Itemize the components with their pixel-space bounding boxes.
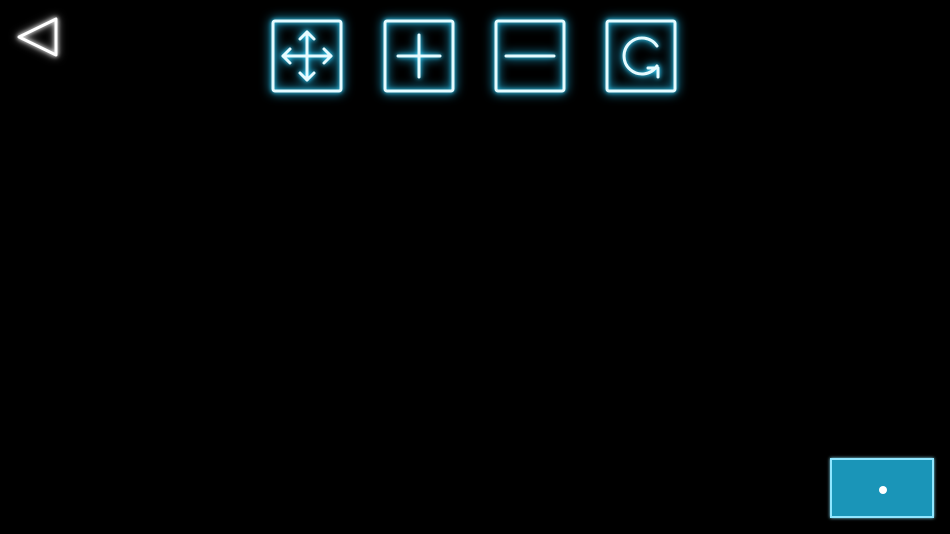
- plus-icon: [383, 19, 455, 93]
- zoom-in-button[interactable]: [382, 18, 456, 94]
- move-arrows-icon: [271, 19, 343, 93]
- rotate-icon: [605, 19, 677, 93]
- back-button[interactable]: [12, 12, 64, 62]
- dot-icon: [879, 486, 887, 494]
- back-triangle-icon: [17, 17, 58, 57]
- zoom-out-button[interactable]: [493, 18, 567, 94]
- move-button[interactable]: [270, 18, 344, 94]
- toolbar: [270, 18, 682, 94]
- screen: [0, 0, 950, 534]
- corner-action-button[interactable]: [830, 458, 934, 518]
- rotate-button[interactable]: [604, 18, 678, 94]
- minus-icon: [494, 19, 566, 93]
